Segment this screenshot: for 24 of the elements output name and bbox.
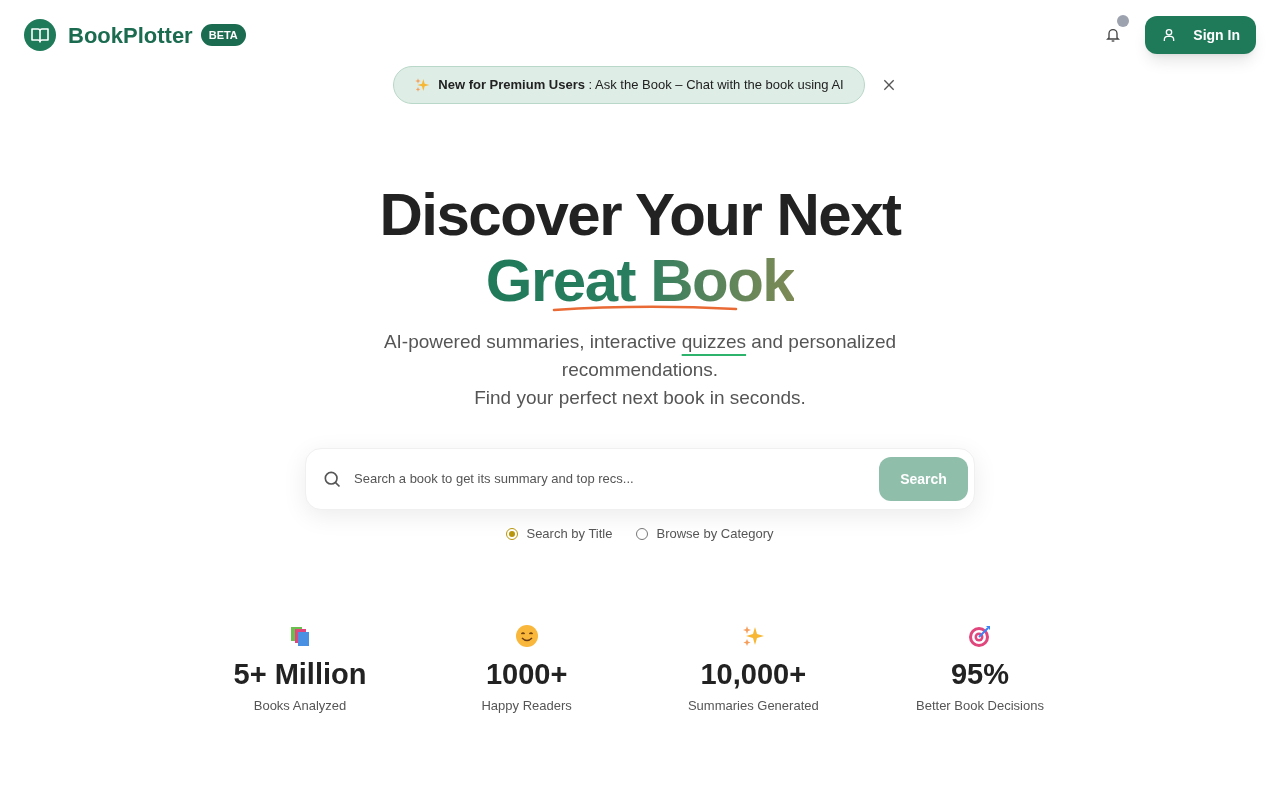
hero-subtitle: AI-powered summaries, interactive quizzes and personalized recommendations. bbox=[382, 330, 898, 382]
stat-value: 95% bbox=[950, 656, 1009, 692]
sign-in-button[interactable]: Sign In bbox=[1145, 16, 1256, 54]
search-mode-radio[interactable]: Browse by Category bbox=[636, 524, 774, 544]
search-field[interactable]: Search a book to get its summary and top recs... bbox=[354, 469, 867, 489]
search-mode-radio[interactable]: Search by Title bbox=[506, 524, 613, 544]
smiley-icon bbox=[514, 623, 539, 648]
notification-bell-icon[interactable] bbox=[1105, 27, 1122, 43]
stat-value: 5+ Million bbox=[233, 656, 367, 692]
beta-badge: BETA bbox=[200, 23, 246, 47]
stat-label: Books Analyzed bbox=[253, 696, 347, 715]
stat-label: Better Book Decisions bbox=[916, 696, 1044, 715]
brand-name: BookPlotter bbox=[68, 21, 193, 50]
stat-value: 10,000+ bbox=[700, 656, 807, 692]
sparkles-icon bbox=[414, 77, 431, 93]
target-icon bbox=[967, 623, 992, 648]
hero-tagline: Find your perfect next book in seconds. bbox=[474, 386, 806, 410]
stat-value: 1000+ bbox=[485, 656, 568, 692]
announcement-text: New for Premium Users : Ask the Book – Chat with the book using AI bbox=[438, 76, 844, 95]
hero-heading: Discover Your Next bbox=[379, 184, 901, 246]
stat-label: Summaries Generated bbox=[687, 696, 819, 715]
logo-book-icon bbox=[24, 19, 56, 51]
search-icon bbox=[322, 469, 342, 489]
stat-label: Happy Readers bbox=[481, 696, 572, 715]
